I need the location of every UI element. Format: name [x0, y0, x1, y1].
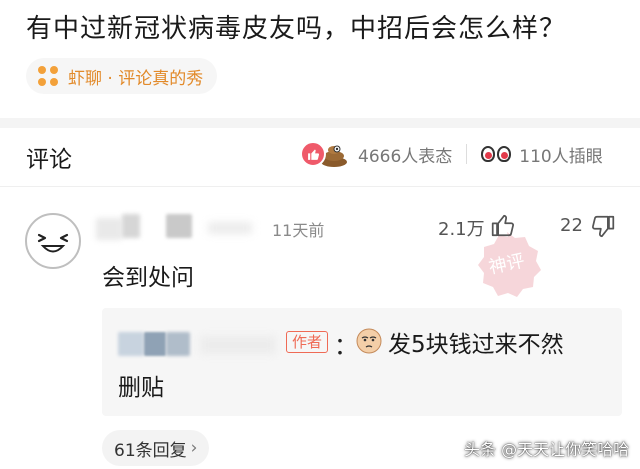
blurred-reply-username	[118, 332, 144, 356]
author-badge: 作者	[286, 331, 329, 353]
blurred-username	[166, 214, 192, 238]
thumbs-up-icon	[491, 214, 514, 237]
thumbs-up-reaction-icon	[300, 141, 326, 167]
comments-section-title: 评论	[26, 147, 72, 173]
reactions-bar[interactable]: 4666人表态 110人插眼	[300, 137, 603, 171]
grinning-face-icon	[37, 233, 69, 253]
like-button[interactable]	[490, 212, 516, 238]
dislike-button[interactable]	[590, 214, 616, 240]
replies-count-label: 61条回复	[114, 440, 187, 461]
chevron-right-icon: ›	[190, 438, 198, 458]
topic-tag-label: 虾聊 · 评论真的秀	[68, 68, 204, 89]
watermark: 头条 @天天让你笑哈哈	[464, 440, 630, 459]
peek-count: 110人插眼	[519, 146, 603, 167]
reactions-divider	[466, 144, 468, 164]
smug-face-emoji-icon	[356, 328, 382, 354]
blurred-username	[208, 222, 252, 234]
blurred-reply-username	[200, 336, 276, 354]
topic-tag[interactable]: 虾聊 · 评论真的秀	[26, 58, 218, 94]
reply-text-line-1: 发5块钱过来不然	[388, 332, 564, 358]
reply-text-line-2: 删贴	[118, 375, 164, 401]
thumbs-down-icon	[592, 215, 615, 238]
reaction-icons	[300, 139, 352, 169]
blurred-username	[96, 218, 122, 240]
blurred-reply-username	[144, 332, 166, 356]
view-replies-button[interactable]: 61条回复 ›	[102, 430, 210, 466]
divider	[0, 186, 640, 187]
section-gap	[0, 118, 640, 128]
like-count: 2.1万	[438, 219, 485, 240]
reactions-count: 4666人表态	[358, 146, 453, 167]
dislike-count: 22	[560, 215, 583, 236]
comment-time: 11天前	[272, 221, 325, 240]
blurred-reply-username	[166, 332, 190, 356]
flower-icon	[38, 66, 58, 86]
question-title: 有中过新冠状病毒皮友吗，中招后会怎么样？	[26, 14, 567, 44]
eyes-icon	[481, 144, 513, 164]
comment-text: 会到处问	[102, 265, 194, 291]
avatar[interactable]	[25, 213, 81, 269]
reply-colon: ：	[334, 332, 358, 360]
blurred-username	[122, 214, 140, 238]
